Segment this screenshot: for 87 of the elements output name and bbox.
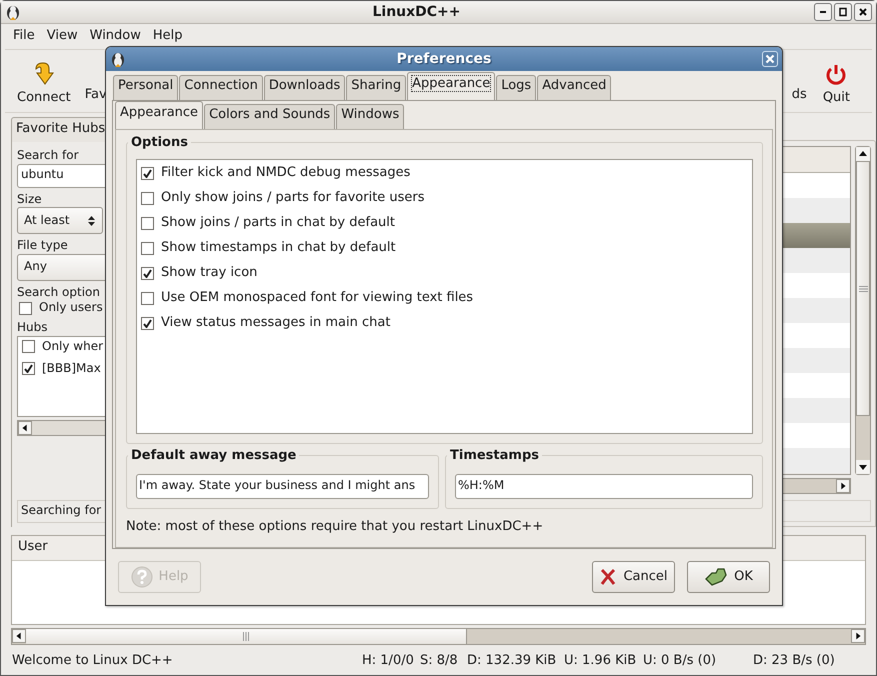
- status-field: D: 23 B/s (0): [753, 652, 835, 670]
- list-row[interactable]: [783, 223, 850, 248]
- option-label[interactable]: Show joins / parts in chat by default: [161, 214, 395, 232]
- window-title: LinuxDC++: [371, 2, 462, 22]
- penguin-icon: [110, 50, 126, 68]
- hub-item[interactable]: Only wher: [42, 338, 104, 354]
- tab[interactable]: Connection: [179, 75, 263, 100]
- checkbox[interactable]: [22, 340, 35, 353]
- option-label[interactable]: Filter kick and NMDC debug messages: [161, 164, 410, 182]
- tab[interactable]: Sharing: [346, 75, 406, 100]
- close-button[interactable]: [854, 3, 872, 21]
- checkbox-label[interactable]: Only users: [39, 300, 103, 316]
- search-field[interactable]: ubuntu: [17, 164, 106, 188]
- frame-title: Default away message: [128, 448, 300, 465]
- dialog-button[interactable]: OK: [687, 561, 770, 593]
- option-label[interactable]: Show timestamps in chat by default: [161, 240, 396, 257]
- menu-item[interactable]: Window: [84, 28, 147, 45]
- menu-item[interactable]: File: [7, 28, 41, 45]
- note-text: Note: most of these options require that you restart LinuxDC++: [126, 518, 544, 536]
- tab[interactable]: Downloads: [264, 75, 346, 100]
- scrollbar[interactable]: [783, 478, 851, 494]
- minimize-button[interactable]: [814, 3, 832, 21]
- help-icon: [130, 566, 153, 588]
- status-field: S: 8/8: [420, 652, 467, 670]
- file-type-select[interactable]: Any: [17, 254, 106, 281]
- option-label[interactable]: Show tray icon: [161, 264, 258, 282]
- check-icon: [24, 364, 33, 374]
- scrollbar[interactable]: [17, 420, 106, 436]
- field-label: Search for: [17, 148, 80, 164]
- timestamp-field[interactable]: %H:%M: [455, 474, 753, 499]
- tab[interactable]: Logs: [496, 75, 536, 100]
- menu-item[interactable]: Help: [146, 28, 189, 45]
- close-icon: [857, 6, 869, 18]
- checkbox[interactable]: [141, 266, 154, 280]
- checkbox[interactable]: [141, 292, 154, 305]
- field-label: Search option: [17, 284, 101, 300]
- toolbar-button[interactable]: Quit: [816, 63, 856, 104]
- status-field: U: 0 B/s (0): [643, 652, 753, 670]
- tab[interactable]: Appearance: [115, 101, 204, 129]
- away-message-field[interactable]: I'm away. State your business and I might ans: [136, 474, 429, 499]
- checkbox[interactable]: [141, 192, 154, 205]
- panel-tab[interactable]: Favorite Hubs: [11, 117, 106, 142]
- field-label: Hubs: [17, 320, 48, 336]
- checkbox[interactable]: [141, 316, 154, 330]
- check-icon: [143, 268, 152, 278]
- size-select[interactable]: At least: [17, 207, 103, 234]
- tab[interactable]: Colors and Sounds: [204, 104, 336, 129]
- power-icon: [824, 63, 848, 87]
- status-field: U: 1.96 KiB: [564, 652, 643, 670]
- check-icon: [143, 318, 152, 328]
- field-label: File type: [17, 238, 69, 254]
- option-label[interactable]: Use OEM monospaced font for viewing text files: [161, 290, 474, 307]
- toolbar-label[interactable]: ds: [792, 87, 817, 104]
- check-icon: [143, 168, 152, 178]
- checkbox[interactable]: [19, 302, 32, 315]
- checkbox[interactable]: [141, 216, 154, 230]
- tab[interactable]: Advanced: [537, 75, 612, 100]
- maximize-button[interactable]: [834, 3, 852, 21]
- status-field: D: 132.39 KiB: [467, 652, 564, 670]
- maximize-icon: [837, 6, 849, 18]
- menu-item[interactable]: View: [40, 28, 84, 45]
- cross-icon: [599, 568, 618, 586]
- tab[interactable]: Personal: [113, 75, 178, 100]
- status-field: Welcome to Linux DC++: [12, 652, 362, 670]
- toolbar-button[interactable]: Connect: [11, 61, 77, 104]
- tab[interactable]: Appearance: [407, 72, 496, 100]
- tab[interactable]: Windows: [336, 104, 404, 129]
- hub-item[interactable]: [BBB]Max: [42, 361, 101, 377]
- penguin-icon: [5, 4, 21, 20]
- grip-icon: [242, 632, 250, 641]
- dialog-title: Preferences: [396, 50, 492, 68]
- option-label[interactable]: Only show joins / parts for favorite users: [161, 190, 425, 207]
- grip-icon: [858, 284, 868, 293]
- frame-title: Timestamps: [447, 448, 542, 465]
- column-header[interactable]: [783, 147, 850, 173]
- field-label: Size: [17, 192, 43, 208]
- checkbox[interactable]: [141, 166, 154, 180]
- updown-icon: [87, 214, 96, 227]
- dialog-button[interactable]: Cancel: [592, 561, 675, 593]
- frame-title: Options: [128, 135, 191, 152]
- close-icon: [765, 54, 775, 64]
- scrollbar[interactable]: [11, 628, 866, 645]
- scrollbar[interactable]: [855, 146, 871, 476]
- checkbox[interactable]: [22, 362, 35, 376]
- status-field: H: 1/0/0: [362, 652, 420, 670]
- checkbox[interactable]: [141, 242, 154, 255]
- option-label[interactable]: View status messages in main chat: [161, 314, 390, 332]
